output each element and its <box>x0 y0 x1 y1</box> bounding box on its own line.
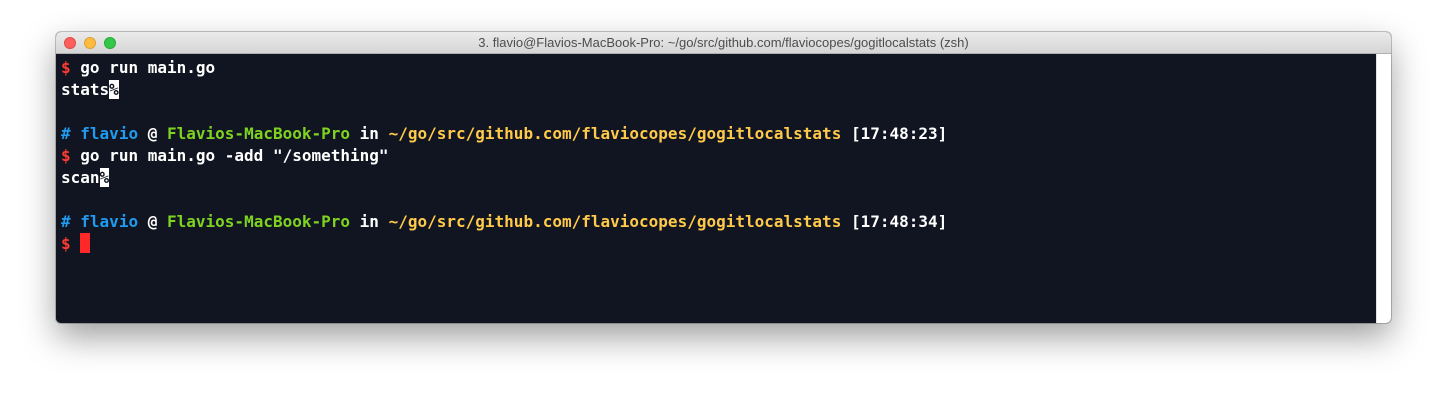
output-line: scan% <box>61 167 1376 189</box>
command-line: $ go run main.go -add "/something" <box>61 145 1376 167</box>
prompt-time: [17:48:23] <box>850 124 948 143</box>
scrollbar-track[interactable] <box>1376 54 1391 323</box>
no-newline-marker: % <box>99 168 110 187</box>
title-bar[interactable]: 3. flavio@Flavios-MacBook-Pro: ~/go/src/… <box>56 32 1391 54</box>
prompt-path: ~/go/src/github.com/flaviocopes/gogitloc… <box>388 124 842 143</box>
active-prompt-line[interactable]: $ <box>61 233 1376 255</box>
prompt-symbol: $ <box>61 58 71 77</box>
output-line: stats% <box>61 79 1376 101</box>
prompt-path: ~/go/src/github.com/flaviocopes/gogitloc… <box>388 212 842 231</box>
text-cursor <box>80 233 91 253</box>
prompt-at: @ <box>147 124 158 143</box>
prompt-symbol: $ <box>61 146 71 165</box>
prompt-user: flavio <box>80 212 139 231</box>
terminal-window: 3. flavio@Flavios-MacBook-Pro: ~/go/src/… <box>56 32 1391 323</box>
prompt-in: in <box>359 124 379 143</box>
prompt-host: Flavios-MacBook-Pro <box>167 124 351 143</box>
window-title: 3. flavio@Flavios-MacBook-Pro: ~/go/src/… <box>478 35 969 50</box>
terminal-content[interactable]: $ go run main.go stats% # flavio @ Flavi… <box>56 54 1376 323</box>
command-text: go run main.go <box>80 58 216 77</box>
prompt-at: @ <box>147 212 158 231</box>
prompt-info-line: # flavio @ Flavios-MacBook-Pro in ~/go/s… <box>61 123 1376 145</box>
command-text: go run main.go -add "/something" <box>80 146 389 165</box>
prompt-user: flavio <box>80 124 139 143</box>
prompt-time: [17:48:34] <box>850 212 948 231</box>
prompt-hash: # <box>61 212 71 231</box>
command-line: $ go run main.go <box>61 57 1376 79</box>
no-newline-marker: % <box>109 80 119 99</box>
prompt-symbol: $ <box>61 234 71 253</box>
output-text: scan <box>61 168 100 187</box>
prompt-hash: # <box>61 124 71 143</box>
prompt-host: Flavios-MacBook-Pro <box>167 212 351 231</box>
prompt-info-line: # flavio @ Flavios-MacBook-Pro in ~/go/s… <box>61 211 1376 233</box>
prompt-in: in <box>359 212 379 231</box>
output-text: stats <box>61 80 110 99</box>
